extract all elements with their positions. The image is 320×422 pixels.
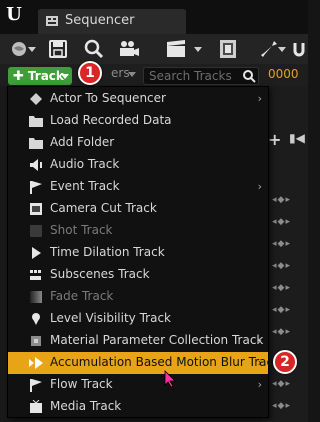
- fade-icon: [28, 289, 44, 305]
- key-nav-icon[interactable]: ◂◆▸: [272, 261, 308, 271]
- key-nav-icon[interactable]: ◂◆▸: [272, 379, 308, 389]
- sequencer-icon: [46, 16, 58, 26]
- play-icon: [28, 355, 44, 371]
- camera-cut-icon: [220, 40, 236, 58]
- menu-item-level-visibility-track[interactable]: Level Visibility Track: [8, 308, 268, 330]
- submenu-arrow-icon: ›: [257, 180, 262, 193]
- speaker-icon: [28, 157, 44, 173]
- add-icon[interactable]: +: [268, 130, 281, 149]
- annotation-badge-1: 1: [78, 61, 102, 85]
- folder-icon: [28, 113, 44, 129]
- key-nav-icon[interactable]: ◂◆▸: [272, 401, 308, 411]
- menu-item-time-dilation-track[interactable]: Time Dilation Track: [8, 242, 268, 264]
- search-placeholder: Search Tracks: [149, 69, 232, 83]
- key-nav-icon[interactable]: ◂◆▸: [272, 195, 308, 205]
- menu-item-load-recorded-data[interactable]: Load Recorded Data: [8, 110, 268, 132]
- world-button[interactable]: [4, 37, 36, 61]
- camera-icon[interactable]: ▮◀: [289, 131, 305, 145]
- subscene-icon: [28, 267, 44, 283]
- search-input[interactable]: Search Tracks: [143, 67, 259, 85]
- wrench-icon: [261, 41, 277, 57]
- menu-item-actor-to-sequencer[interactable]: Actor To Sequencer ›: [8, 88, 268, 110]
- clapperboard-icon: [167, 40, 185, 57]
- flag-icon: [28, 179, 44, 195]
- actor-icon: [28, 91, 44, 107]
- play-icon: [28, 245, 44, 261]
- search-icon: [243, 70, 256, 83]
- menu-item-audio-track[interactable]: Audio Track: [8, 154, 268, 176]
- submenu-arrow-icon: ›: [257, 92, 262, 105]
- key-nav-icon[interactable]: ◂◆▸: [272, 283, 308, 293]
- menu-item-event-track[interactable]: Event Track ›: [8, 176, 268, 198]
- movie-camera-icon: [120, 41, 139, 56]
- render-movie-button[interactable]: [154, 37, 202, 61]
- magnifier-icon: [84, 39, 104, 59]
- submenu-arrow-icon: ›: [257, 378, 262, 391]
- tab-sequencer[interactable]: Sequencer: [38, 9, 186, 34]
- annotation-badge-2: 2: [273, 350, 297, 374]
- camera-button[interactable]: [116, 37, 142, 61]
- menu-item-fade-track[interactable]: Fade Track: [8, 286, 268, 308]
- submenu-arrow-icon: ›: [257, 334, 262, 347]
- menu-item-camera-cut-track[interactable]: Camera Cut Track: [8, 198, 268, 220]
- camera-cut-button[interactable]: [216, 37, 240, 61]
- menu-item-flow-track[interactable]: Flow Track ›: [8, 374, 268, 396]
- flag-icon: [28, 377, 44, 393]
- snap-button[interactable]: [290, 37, 308, 61]
- current-frame[interactable]: 0000: [268, 67, 299, 81]
- material-icon: [28, 333, 44, 349]
- save-button[interactable]: [46, 37, 70, 61]
- menu-item-subscenes-track[interactable]: Subscenes Track: [8, 264, 268, 286]
- unreal-logo-icon: U: [6, 3, 22, 25]
- menu-item-media-track[interactable]: Media Track: [8, 396, 268, 418]
- menu-item-accumulation-based-motion-blur-track[interactable]: Accumulation Based Motion Blur Track ›: [8, 352, 280, 374]
- settings-button[interactable]: [254, 37, 286, 61]
- globe-icon: [12, 42, 26, 56]
- menu-item-material-parameter-collection-track[interactable]: Material Parameter Collection Track ›: [8, 330, 268, 352]
- key-nav-icon[interactable]: ◂◆▸: [272, 239, 308, 249]
- snap-icon: [293, 43, 305, 57]
- toolbar: [0, 34, 308, 64]
- pin-icon: [28, 311, 44, 327]
- plus-icon: ✚: [13, 68, 24, 84]
- key-nav-icon[interactable]: ◂◆▸: [272, 305, 308, 315]
- add-track-menu: Actor To Sequencer › Load Recorded Data …: [7, 86, 280, 418]
- save-icon: [49, 40, 67, 58]
- camera-cut-icon: [28, 201, 44, 217]
- mouse-cursor-icon: [164, 370, 176, 388]
- find-button[interactable]: [82, 37, 106, 61]
- add-track-label: Track: [27, 69, 64, 83]
- submenu-arrow-icon: ›: [257, 356, 262, 369]
- menu-item-add-folder[interactable]: Add Folder: [8, 132, 268, 154]
- title-bar: U Sequencer: [0, 0, 308, 34]
- menu-item-shot-track[interactable]: Shot Track: [8, 220, 268, 242]
- filters-button[interactable]: ers: [111, 66, 136, 80]
- sequencer-window: U Sequencer ✚ Track ers Search Tracks 00…: [0, 0, 308, 422]
- folder-icon: [28, 135, 44, 151]
- add-track-button[interactable]: ✚ Track: [8, 67, 72, 85]
- key-nav-icon[interactable]: ◂◆▸: [272, 327, 308, 337]
- film-icon: [28, 223, 44, 239]
- tab-label: Sequencer: [65, 13, 135, 28]
- media-icon: [28, 399, 44, 415]
- key-nav-icon[interactable]: ◂◆▸: [272, 217, 308, 227]
